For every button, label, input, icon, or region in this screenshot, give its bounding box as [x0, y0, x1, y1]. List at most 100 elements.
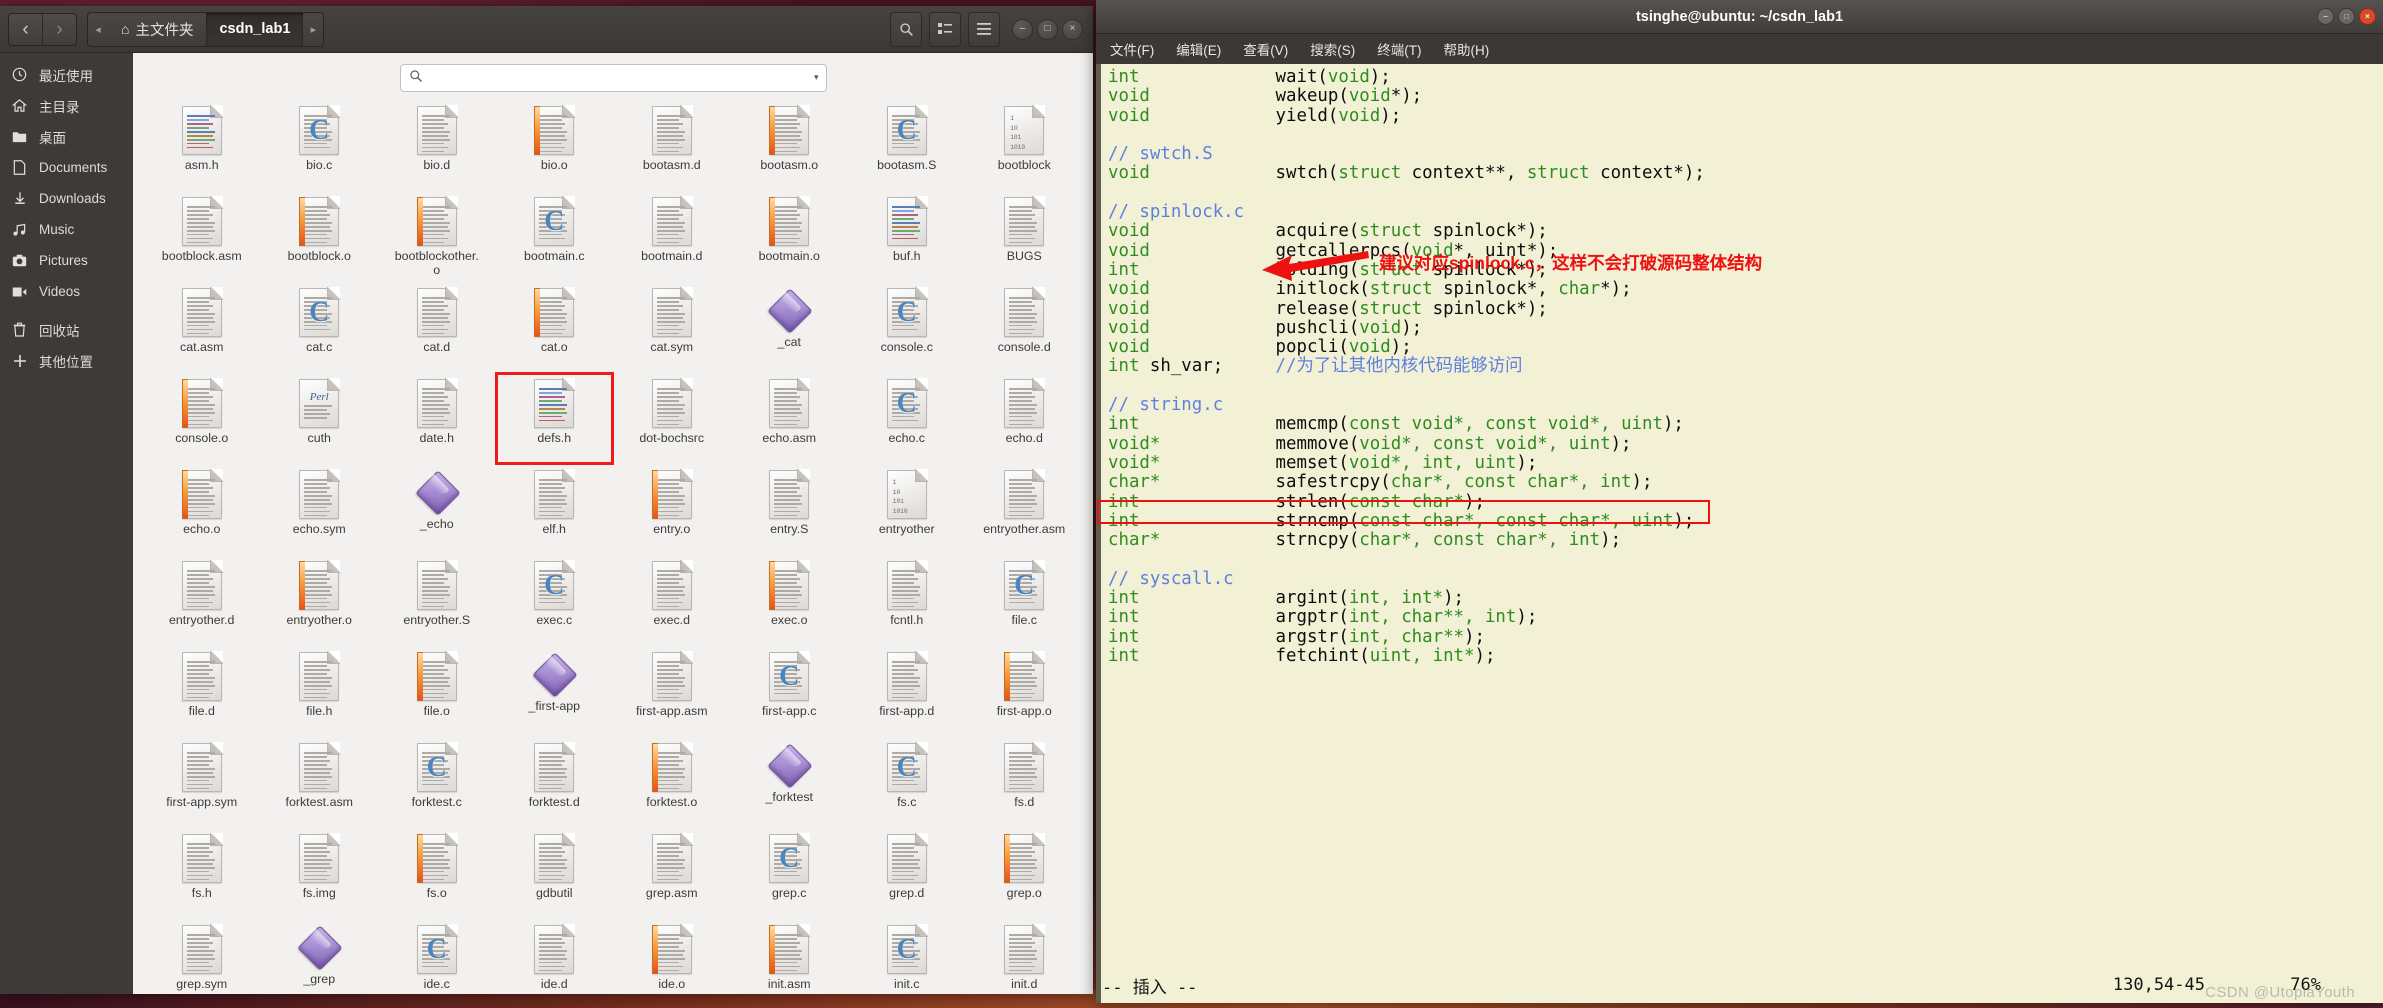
file-item[interactable]: init.d	[966, 919, 1084, 994]
file-item[interactable]: file.o	[378, 646, 496, 737]
breadcrumb-prev-icon[interactable]: ◂	[88, 13, 108, 46]
breadcrumb-item-csdn-lab1[interactable]: csdn_lab1	[206, 12, 304, 46]
terminal-maximize-button[interactable]: □	[2338, 8, 2355, 25]
file-item[interactable]: bootasm.o	[731, 100, 849, 191]
sidebar-item-Videos[interactable]: Videos	[0, 276, 133, 307]
file-item[interactable]: entryother.S	[378, 555, 496, 646]
file-item[interactable]: cat.d	[378, 282, 496, 373]
file-item[interactable]: first-app.o	[966, 646, 1084, 737]
file-item[interactable]: bio.d	[378, 100, 496, 191]
file-item[interactable]: grep.d	[848, 828, 966, 919]
sidebar-item-最近使用[interactable]: 最近使用	[0, 59, 133, 90]
file-item[interactable]: Cforktest.c	[378, 737, 496, 828]
file-item[interactable]: init.asm	[731, 919, 849, 994]
menu-item-编辑e[interactable]: 编辑(E)	[1176, 39, 1221, 59]
file-item[interactable]: Cconsole.c	[848, 282, 966, 373]
file-item[interactable]: Cexec.c	[496, 555, 614, 646]
file-item[interactable]: Cbootmain.c	[496, 191, 614, 282]
minimize-button[interactable]: –	[1012, 18, 1033, 40]
file-item[interactable]: _first-app	[496, 646, 614, 737]
file-item[interactable]: Cfirst-app.c	[731, 646, 849, 737]
file-item[interactable]: file.d	[143, 646, 261, 737]
file-item[interactable]: grep.asm	[613, 828, 731, 919]
file-item[interactable]: forktest.d	[496, 737, 614, 828]
breadcrumb-next-icon[interactable]: ▸	[303, 13, 323, 46]
file-item[interactable]: gdbutil	[496, 828, 614, 919]
file-item[interactable]: console.o	[143, 373, 261, 464]
chevron-down-icon[interactable]: ▾	[814, 72, 819, 83]
file-item[interactable]: fs.img	[261, 828, 379, 919]
close-button[interactable]: ×	[1062, 18, 1083, 40]
file-item[interactable]: _forktest	[731, 737, 849, 828]
file-item[interactable]: defs.h	[494, 372, 614, 465]
file-item[interactable]: bootblock.asm	[143, 191, 261, 282]
file-item[interactable]: fs.h	[143, 828, 261, 919]
file-item[interactable]: dot-bochsrc	[613, 373, 731, 464]
file-item[interactable]: Cbio.c	[261, 100, 379, 191]
hamburger-menu-icon[interactable]	[968, 11, 1000, 47]
file-item[interactable]: Cbootasm.S	[848, 100, 966, 191]
menu-item-搜索s[interactable]: 搜索(S)	[1310, 39, 1355, 59]
file-item[interactable]: ide.d	[496, 919, 614, 994]
file-item[interactable]: entryother.o	[261, 555, 379, 646]
file-item[interactable]: first-app.d	[848, 646, 966, 737]
menu-item-文件f[interactable]: 文件(F)	[1110, 39, 1154, 59]
file-item[interactable]: echo.asm	[731, 373, 849, 464]
file-item[interactable]: date.h	[378, 373, 496, 464]
file-item[interactable]: Cecho.c	[848, 373, 966, 464]
file-item[interactable]: fs.d	[966, 737, 1084, 828]
file-item[interactable]: bootmain.d	[613, 191, 731, 282]
file-item[interactable]: BUGS	[966, 191, 1084, 282]
file-item[interactable]: _grep	[261, 919, 379, 994]
file-item[interactable]: bio.o	[496, 100, 614, 191]
file-item[interactable]: echo.d	[966, 373, 1084, 464]
menu-item-终端t[interactable]: 终端(T)	[1377, 39, 1421, 59]
search-input[interactable]: ▾	[399, 63, 827, 92]
sidebar-item-Downloads[interactable]: Downloads	[0, 183, 133, 214]
file-item[interactable]: entryother.d	[143, 555, 261, 646]
file-item[interactable]: bootblock.o	[261, 191, 379, 282]
file-item[interactable]: Cide.c	[378, 919, 496, 994]
forward-button[interactable]: ›	[43, 13, 76, 45]
file-item[interactable]: entry.S	[731, 464, 849, 555]
maximize-button[interactable]: □	[1037, 18, 1058, 40]
menu-item-查看v[interactable]: 查看(V)	[1243, 39, 1288, 59]
terminal-screen[interactable]: int wait(void); void wakeup(void*); void y…	[1096, 64, 2383, 1003]
file-item[interactable]: Cinit.c	[848, 919, 966, 994]
file-item[interactable]: bootblockother.o	[378, 191, 496, 282]
file-item[interactable]: file.h	[261, 646, 379, 737]
file-item[interactable]: exec.o	[731, 555, 849, 646]
file-item[interactable]: _cat	[731, 282, 849, 373]
file-item[interactable]: elf.h	[496, 464, 614, 555]
file-item[interactable]: 1 10 101 1010 bootblock	[966, 100, 1084, 191]
sidebar-item-其他位置[interactable]: 其他位置	[0, 345, 133, 376]
terminal-minimize-button[interactable]: –	[2317, 8, 2334, 25]
menu-item-帮助h[interactable]: 帮助(H)	[1444, 39, 1490, 59]
file-item[interactable]: first-app.sym	[143, 737, 261, 828]
file-item[interactable]: exec.d	[613, 555, 731, 646]
sidebar-item-回收站[interactable]: 回收站	[0, 314, 133, 345]
breadcrumb-item-home[interactable]: ⌂ 主文件夹	[108, 13, 206, 46]
file-item[interactable]: entry.o	[613, 464, 731, 555]
file-item[interactable]: _echo	[378, 464, 496, 555]
back-button[interactable]: ‹	[9, 13, 43, 45]
file-item[interactable]: cat.sym	[613, 282, 731, 373]
file-item[interactable]: first-app.asm	[613, 646, 731, 737]
file-item[interactable]: forktest.asm	[261, 737, 379, 828]
sidebar-item-Music[interactable]: Music	[0, 214, 133, 245]
file-item[interactable]: cat.asm	[143, 282, 261, 373]
file-item[interactable]: Cgrep.c	[731, 828, 849, 919]
file-item[interactable]: 1 10 101 1010 entryother	[848, 464, 966, 555]
file-item[interactable]: Cfile.c	[966, 555, 1084, 646]
sidebar-item-Pictures[interactable]: Pictures	[0, 245, 133, 276]
file-item[interactable]: entryother.asm	[966, 464, 1084, 555]
file-item[interactable]: Cfs.c	[848, 737, 966, 828]
file-item[interactable]: grep.o	[966, 828, 1084, 919]
file-item[interactable]: Perl cuth	[261, 373, 379, 464]
file-item[interactable]: forktest.o	[613, 737, 731, 828]
file-item[interactable]: cat.o	[496, 282, 614, 373]
file-item[interactable]: console.d	[966, 282, 1084, 373]
file-item[interactable]: Ccat.c	[261, 282, 379, 373]
file-item[interactable]: echo.o	[143, 464, 261, 555]
file-item[interactable]: bootmain.o	[731, 191, 849, 282]
